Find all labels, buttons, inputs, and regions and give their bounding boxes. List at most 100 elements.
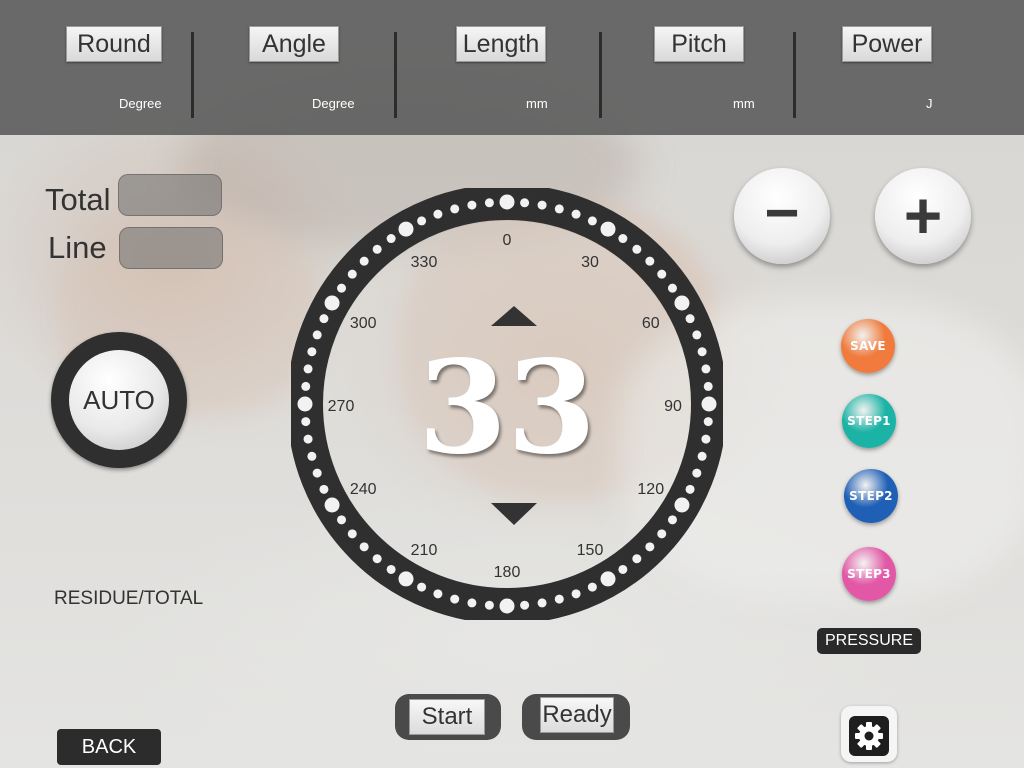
dial-dot xyxy=(467,598,477,608)
total-label: Total xyxy=(45,182,111,217)
dial-tick-label: 120 xyxy=(637,481,665,498)
line-field xyxy=(119,227,223,269)
dial-dot xyxy=(319,314,329,324)
dial-dot xyxy=(347,529,357,539)
dial-dot xyxy=(632,554,642,564)
dial-dot xyxy=(685,484,695,494)
dial-dot xyxy=(600,571,616,587)
dial-dot xyxy=(571,209,581,219)
start-button-frame: Start xyxy=(395,694,501,740)
dial-dot xyxy=(618,564,628,574)
dial-dot xyxy=(587,216,597,226)
dial-dot xyxy=(347,269,357,279)
dial-dot xyxy=(674,295,690,311)
minus-button[interactable]: − xyxy=(734,168,830,264)
power-button[interactable]: Power xyxy=(842,26,932,62)
dial-dot xyxy=(433,209,443,219)
dial-dot xyxy=(632,244,642,254)
dial-dot xyxy=(645,542,655,552)
dial-dot xyxy=(618,234,628,244)
dial-dot xyxy=(467,200,477,210)
dial-dot xyxy=(359,256,369,266)
divider xyxy=(793,32,796,118)
decrease-arrow-icon[interactable] xyxy=(491,503,537,525)
plus-icon: + xyxy=(903,178,943,252)
auto-button[interactable]: AUTO xyxy=(69,350,169,450)
round-button[interactable]: Round xyxy=(66,26,162,62)
dial-tick-label: 60 xyxy=(641,315,660,332)
plus-button[interactable]: + xyxy=(875,168,971,264)
dial-dot xyxy=(386,234,396,244)
back-button[interactable]: BACK xyxy=(57,729,161,765)
ready-button[interactable]: Ready xyxy=(540,697,614,733)
minus-icon: − xyxy=(764,179,800,246)
line-label: Line xyxy=(48,230,107,265)
dial-dot xyxy=(537,598,547,608)
auto-button-ring: AUTO xyxy=(51,332,187,468)
dial-dot xyxy=(319,484,329,494)
pressure-label: PRESSURE xyxy=(817,628,921,654)
dial-dot xyxy=(571,589,581,599)
dial-dot xyxy=(359,542,369,552)
dial-dot xyxy=(450,594,460,604)
dial-tick-label: 330 xyxy=(410,254,438,272)
angle-button[interactable]: Angle xyxy=(249,26,339,62)
dial-dot xyxy=(312,330,322,340)
pitch-button[interactable]: Pitch xyxy=(654,26,744,62)
increase-arrow-icon[interactable] xyxy=(491,306,537,326)
dial-dot xyxy=(692,468,702,478)
dial-dot xyxy=(484,198,494,208)
dial-dot xyxy=(692,330,702,340)
dial-dot xyxy=(657,529,667,539)
dial-dot xyxy=(433,589,443,599)
dial-dot xyxy=(600,221,616,237)
total-field xyxy=(118,174,222,216)
dial-tick-label: 240 xyxy=(349,481,377,498)
round-unit: Degree xyxy=(119,96,162,111)
dial-dot xyxy=(337,283,347,293)
length-button[interactable]: Length xyxy=(456,26,546,62)
dial-dot xyxy=(645,256,655,266)
dial-dot xyxy=(484,600,494,610)
dial-dot xyxy=(417,582,427,592)
start-button[interactable]: Start xyxy=(409,699,485,735)
dial-dot xyxy=(417,216,427,226)
dial-tick-label: 180 xyxy=(493,564,521,581)
step1-button[interactable]: STEP1 xyxy=(842,394,896,448)
dial-dot xyxy=(554,204,564,214)
dial-dot xyxy=(685,314,695,324)
dial-dot xyxy=(499,598,515,614)
dial-tick-label: 30 xyxy=(581,254,599,272)
dial-dot xyxy=(386,564,396,574)
dial-tick-label: 300 xyxy=(349,315,377,332)
dial-dot xyxy=(398,571,414,587)
divider xyxy=(191,32,194,118)
dial-dot xyxy=(520,198,530,208)
dial-dot xyxy=(324,497,340,513)
dial-tick-label: 210 xyxy=(410,541,438,559)
step3-button[interactable]: STEP3 xyxy=(842,547,896,601)
dial-dot xyxy=(587,582,597,592)
gear-icon xyxy=(849,716,889,756)
divider xyxy=(394,32,397,118)
angle-unit: Degree xyxy=(312,96,355,111)
ready-button-frame: Ready xyxy=(522,694,630,740)
dial-dot xyxy=(499,194,515,210)
settings-button[interactable] xyxy=(841,706,897,762)
dial-dot xyxy=(667,283,677,293)
dial-value: 33 xyxy=(417,333,597,483)
dial-dot xyxy=(554,594,564,604)
dial-dot xyxy=(324,295,340,311)
dial-tick-label: 150 xyxy=(576,541,604,559)
dial[interactable]: 0 30 60 90 120 150 180 210 240 270 300 330 33 xyxy=(291,188,723,620)
dial-dot xyxy=(537,200,547,210)
step2-button[interactable]: STEP2 xyxy=(844,469,898,523)
dial-dot xyxy=(657,269,667,279)
dial-dot xyxy=(372,244,382,254)
save-button[interactable]: SAVE xyxy=(841,319,895,373)
dial-dot xyxy=(450,204,460,214)
dial-tick-label: 0 xyxy=(502,232,512,249)
divider xyxy=(599,32,602,118)
dial-dot xyxy=(312,468,322,478)
parameter-bar: Round Degree Angle Degree Length mm Pitc… xyxy=(0,0,1024,135)
